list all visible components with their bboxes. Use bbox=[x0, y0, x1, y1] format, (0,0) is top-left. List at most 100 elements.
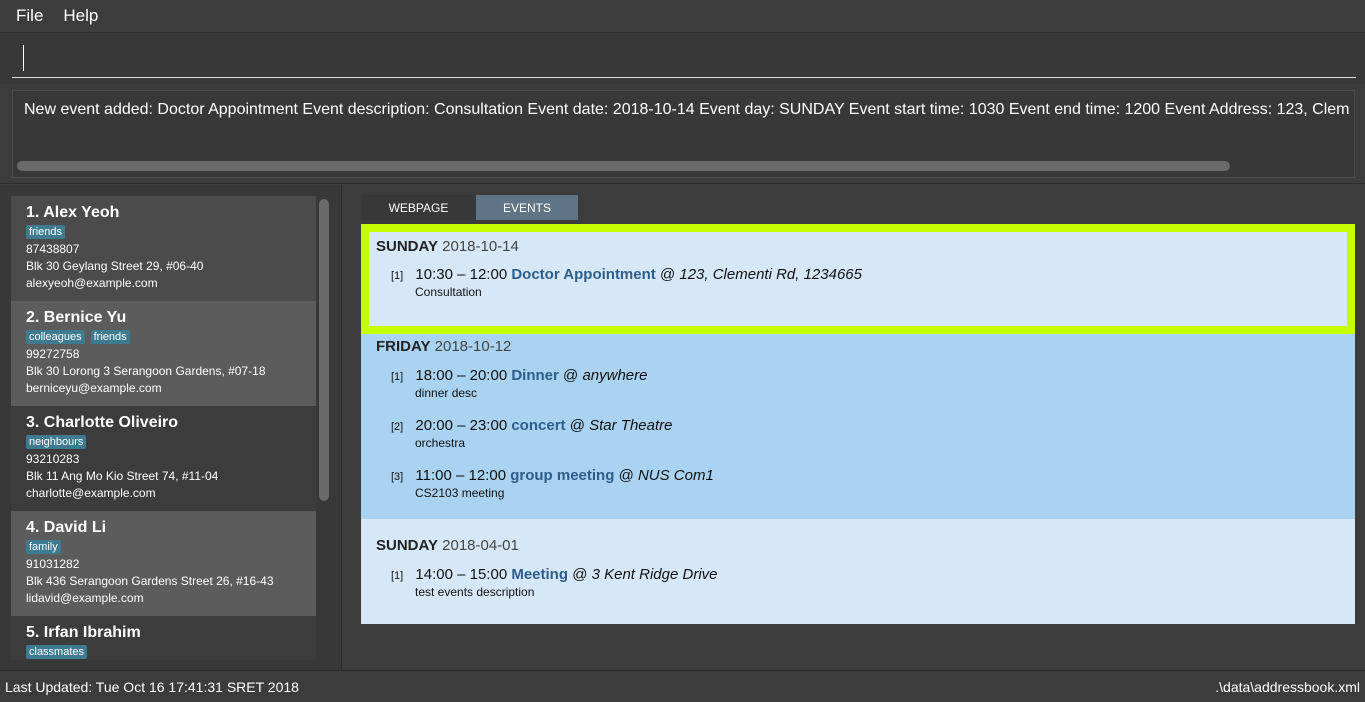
event-time: 10:30 – 12:00 bbox=[415, 266, 508, 283]
event-line: [3] 11:00 – 12:00 group meeting @ NUS Co… bbox=[391, 467, 714, 484]
event-item[interactable]: [1] 18:00 – 20:00 Dinner @ anywhere dinn… bbox=[391, 367, 647, 400]
tab-events[interactable]: EVENTS bbox=[476, 195, 578, 220]
event-item[interactable]: [1] 10:30 – 12:00 Doctor Appointment @ 1… bbox=[391, 266, 862, 299]
event-title: Meeting bbox=[511, 566, 569, 583]
event-time: 11:00 – 12:00 bbox=[415, 467, 507, 484]
person-phone: 91031282 bbox=[26, 557, 80, 571]
person-index: 2. bbox=[26, 309, 40, 326]
event-title: concert bbox=[511, 417, 566, 434]
event-address: Star Theatre bbox=[589, 417, 673, 434]
event-line: [1] 14:00 – 15:00 Meeting @ 3 Kent Ridge… bbox=[391, 566, 718, 583]
event-at: @ bbox=[618, 467, 634, 484]
event-line: [2] 20:00 – 23:00 concert @ Star Theatre bbox=[391, 417, 672, 434]
event-index: [3] bbox=[391, 471, 404, 483]
person-phone: 99272758 bbox=[26, 347, 80, 361]
person-tags: colleagues friends bbox=[26, 330, 316, 344]
person-name-row: 1. Alex Yeoh bbox=[26, 204, 316, 222]
person-name-row: 3. Charlotte Oliveiro bbox=[26, 414, 316, 432]
person-address: Blk 11 Ang Mo Kio Street 74, #11-04 bbox=[26, 469, 219, 483]
person-card[interactable]: 3. Charlotte Oliveiro neighbours 9321028… bbox=[11, 406, 316, 511]
event-address: anywhere bbox=[582, 367, 648, 384]
person-email: charlotte@example.com bbox=[26, 486, 156, 500]
person-name: Charlotte Oliveiro bbox=[43, 414, 179, 431]
person-list[interactable]: 1. Alex Yeoh friends 87438807 Blk 30 Gey… bbox=[11, 196, 316, 660]
person-address: Blk 436 Serangoon Gardens Street 26, #16… bbox=[26, 574, 274, 588]
person-name: Alex Yeoh bbox=[43, 204, 120, 221]
day-header: SUNDAY 2018-04-01 bbox=[376, 537, 519, 554]
day-date: 2018-10-12 bbox=[434, 338, 512, 355]
menu-bar: File Help bbox=[0, 0, 1365, 32]
person-list-scrollbar[interactable] bbox=[319, 199, 329, 501]
result-display-area: New event added: Doctor Appointment Even… bbox=[0, 84, 1365, 184]
menu-file[interactable]: File bbox=[6, 6, 53, 26]
event-time: 20:00 – 23:00 bbox=[415, 417, 508, 434]
person-address: Blk 30 Lorong 3 Serangoon Gardens, #07-1… bbox=[26, 364, 266, 378]
person-name-row: 2. Bernice Yu bbox=[26, 309, 316, 327]
menu-help[interactable]: Help bbox=[53, 6, 108, 26]
day-date: 2018-04-01 bbox=[442, 537, 519, 554]
day-name: SUNDAY bbox=[376, 238, 438, 255]
event-day-group-selected[interactable]: SUNDAY 2018-10-14 [1] 10:30 – 12:00 Doct… bbox=[361, 224, 1355, 334]
event-address: 3 Kent Ridge Drive bbox=[591, 566, 718, 583]
event-item[interactable]: [2] 20:00 – 23:00 concert @ Star Theatre… bbox=[391, 417, 672, 450]
event-description: dinner desc bbox=[415, 386, 478, 400]
tag-label: colleagues bbox=[26, 330, 85, 344]
person-address: Blk 30 Geylang Street 29, #06-40 bbox=[26, 259, 204, 273]
day-date: 2018-10-14 bbox=[442, 238, 519, 255]
person-name: David Li bbox=[43, 519, 107, 536]
event-item[interactable]: [3] 11:00 – 12:00 group meeting @ NUS Co… bbox=[391, 467, 714, 500]
person-card[interactable]: 4. David Li family 91031282 Blk 436 Sera… bbox=[11, 511, 316, 616]
person-tags: friends bbox=[26, 225, 316, 239]
event-title: group meeting bbox=[510, 467, 615, 484]
person-name-row: 4. David Li bbox=[26, 519, 316, 537]
tag-label: classmates bbox=[26, 645, 88, 659]
person-index: 3. bbox=[26, 414, 40, 431]
event-title: Dinner bbox=[511, 367, 559, 384]
event-index: [1] bbox=[391, 570, 404, 582]
person-card[interactable]: 2. Bernice Yu colleagues friends 9927275… bbox=[11, 301, 316, 406]
person-card[interactable]: 5. Irfan Ibrahim classmates bbox=[11, 616, 316, 660]
status-bar: Last Updated: Tue Oct 16 17:41:31 SRET 2… bbox=[0, 670, 1365, 702]
event-description: orchestra bbox=[415, 436, 466, 450]
day-header: SUNDAY 2018-10-14 bbox=[376, 238, 519, 255]
event-line: [1] 10:30 – 12:00 Doctor Appointment @ 1… bbox=[391, 266, 862, 283]
tag-label: family bbox=[26, 540, 61, 554]
event-time: 18:00 – 20:00 bbox=[415, 367, 508, 384]
command-input[interactable] bbox=[12, 41, 1356, 78]
events-view: SUNDAY 2018-10-14 [1] 10:30 – 12:00 Doct… bbox=[361, 224, 1355, 624]
text-caret bbox=[23, 45, 24, 71]
tag-label: friends bbox=[90, 330, 130, 344]
last-updated-text: Last Updated: Tue Oct 16 17:41:31 SRET 2… bbox=[5, 679, 299, 695]
person-email: alexyeoh@example.com bbox=[26, 276, 158, 290]
person-card[interactable]: 1. Alex Yeoh friends 87438807 Blk 30 Gey… bbox=[11, 196, 316, 301]
event-item[interactable]: [1] 14:00 – 15:00 Meeting @ 3 Kent Ridge… bbox=[391, 566, 718, 599]
result-display[interactable]: New event added: Doctor Appointment Even… bbox=[12, 90, 1355, 178]
result-horizontal-scrollbar[interactable] bbox=[17, 161, 1350, 171]
tag-label: friends bbox=[26, 225, 66, 239]
day-name: SUNDAY bbox=[376, 537, 438, 554]
person-tags: family bbox=[26, 540, 316, 554]
tab-bar: WEBPAGE EVENTS bbox=[361, 195, 578, 220]
event-day-group[interactable]: SUNDAY 2018-04-01 [1] 14:00 – 15:00 Meet… bbox=[361, 519, 1355, 624]
event-at: @ bbox=[569, 417, 585, 434]
tab-webpage[interactable]: WEBPAGE bbox=[361, 195, 476, 220]
event-at: @ bbox=[563, 367, 579, 384]
result-text: New event added: Doctor Appointment Even… bbox=[24, 101, 1350, 118]
day-name: FRIDAY bbox=[376, 338, 431, 355]
event-address: NUS Com1 bbox=[637, 467, 714, 484]
event-at: @ bbox=[659, 266, 676, 283]
result-scroll-thumb[interactable] bbox=[17, 161, 1230, 171]
day-header: FRIDAY 2018-10-12 bbox=[376, 338, 511, 355]
person-email: berniceyu@example.com bbox=[26, 381, 162, 395]
person-name-row: 5. Irfan Ibrahim bbox=[26, 624, 316, 642]
person-tags: neighbours bbox=[26, 435, 316, 449]
event-description: CS2103 meeting bbox=[415, 486, 505, 500]
event-line: [1] 18:00 – 20:00 Dinner @ anywhere bbox=[391, 367, 647, 384]
event-title: Doctor Appointment bbox=[511, 266, 656, 283]
person-index: 5. bbox=[26, 624, 40, 641]
event-index: [1] bbox=[391, 371, 404, 383]
person-name: Bernice Yu bbox=[43, 309, 127, 326]
person-name: Irfan Ibrahim bbox=[43, 624, 141, 641]
person-phone: 87438807 bbox=[26, 242, 80, 256]
event-day-group[interactable]: FRIDAY 2018-10-12 [1] 18:00 – 20:00 Dinn… bbox=[361, 334, 1355, 519]
